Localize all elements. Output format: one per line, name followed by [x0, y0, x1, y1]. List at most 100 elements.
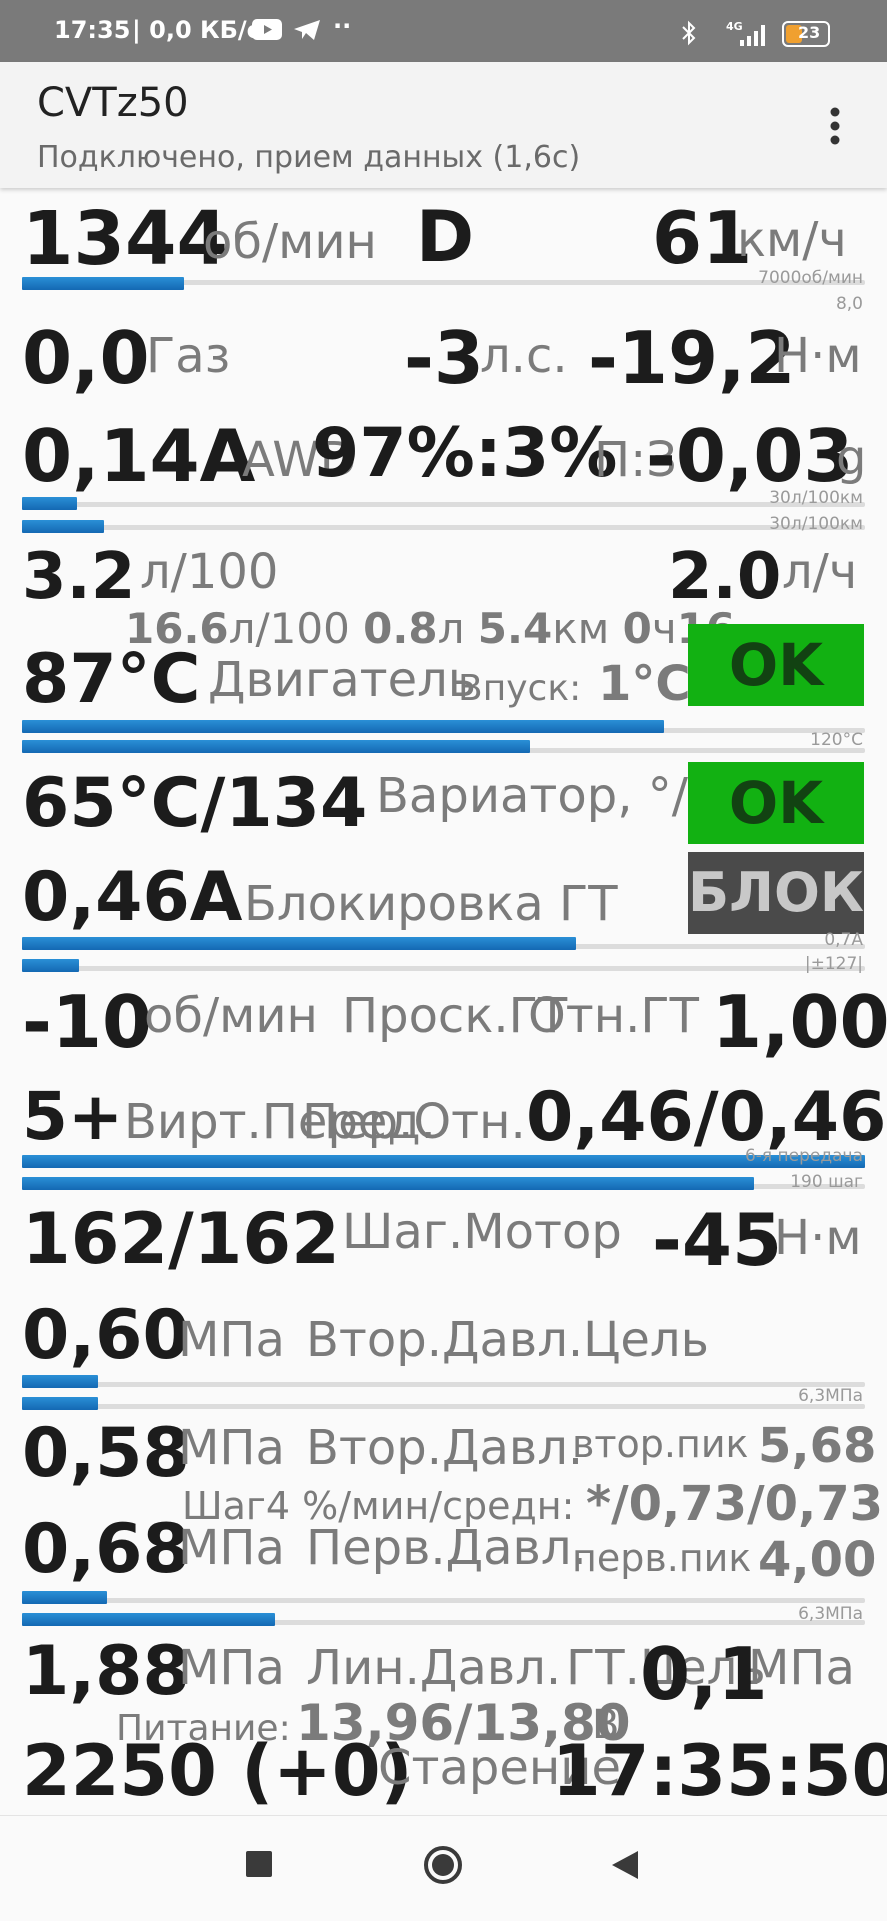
hp-value: -3: [404, 316, 484, 400]
sec-target-track-1: [22, 1382, 865, 1387]
lockup-current-value: 0,46A: [22, 858, 243, 937]
navigation-bar: [0, 1815, 887, 1921]
battery-icon: 23: [782, 21, 830, 47]
engine-torque-unit: Н·м: [774, 328, 862, 384]
engine-status-badge: OK: [688, 624, 864, 706]
tc-target-unit: МПа: [748, 1640, 855, 1696]
lockup-bar-2: [22, 959, 79, 972]
engine-temp-label: Двигатель: [208, 652, 477, 708]
line-pressure-unit: МПа: [178, 1640, 285, 1696]
lockup-scale-2: |±127|: [804, 954, 863, 974]
pri-peak-label: перв.пик: [572, 1536, 752, 1580]
awd-scale-1: 30л/100км: [769, 488, 863, 508]
home-circle-icon: [424, 1846, 462, 1884]
line-pressure-value: 1,88: [22, 1632, 190, 1711]
pri-pressure-label: Перв.Давл.: [306, 1520, 587, 1576]
step-motor-label: Шаг.Мотор: [342, 1204, 622, 1260]
g-force-value: -0,03: [646, 414, 854, 498]
awd-bar-1: [22, 497, 77, 510]
lockup-status-badge: БЛОК: [688, 852, 864, 934]
connection-status: Подключено, прием данных (1,6с): [37, 140, 581, 175]
lockup-bar-1: [22, 937, 576, 950]
awd-split-value: 97%:3%: [312, 414, 618, 493]
sec-pressure-unit: МПа: [178, 1420, 285, 1476]
gear-selector: D: [416, 196, 475, 278]
log-clock-value: 17:35:50: [552, 1730, 887, 1812]
trip-time-value: 0: [622, 604, 652, 653]
awd-bar-2: [22, 520, 104, 533]
pri-peak-value: 4,00: [758, 1532, 877, 1588]
awd-track-1: [22, 502, 865, 507]
more-dots-icon: ··: [333, 12, 352, 40]
slip-value: -10: [22, 980, 153, 1064]
trip-summary: 16.6л/100 0.8л 5.4км 0ч16: [125, 604, 735, 653]
gear-bar-1: [22, 1155, 865, 1168]
app-title: CVTz50: [37, 80, 189, 126]
engine-temp-bar-1: [22, 720, 664, 733]
network-speed: | 0,0 КБ/с: [132, 16, 261, 44]
home-button[interactable]: [422, 1844, 464, 1890]
virtual-gear-value: 5+: [22, 1078, 124, 1155]
status-bar: 17:35 | 0,0 КБ/с ·· 4G 23: [0, 0, 887, 62]
tc-ratio-value: 1,00: [712, 980, 887, 1064]
speed-unit: км/ч: [737, 212, 847, 268]
app-bar: CVTz50 Подключено, прием данных (1,6с): [0, 62, 887, 188]
lockup-track-2: [22, 966, 865, 971]
gear-scale-1: 6-я передача: [744, 1146, 863, 1166]
sec-target-scale: 6,3МПа: [798, 1386, 863, 1406]
speed-scale: 8,0: [835, 294, 863, 314]
telegram-icon: [292, 18, 322, 46]
more-vert-icon: [830, 107, 840, 145]
youtube-icon: [252, 19, 282, 40]
pri-bar-2: [22, 1613, 275, 1626]
rpm-bar: [22, 277, 184, 290]
step-motor-value: 162/162: [22, 1198, 340, 1280]
recents-button[interactable]: [246, 1851, 272, 1877]
engine-temp-bar-2: [22, 740, 530, 753]
engine-temp-scale: 120°C: [810, 730, 863, 750]
clock: 17:35: [54, 16, 131, 44]
trip-avg-unit: л/100: [228, 604, 350, 653]
rpm-scale: 7000об/мин: [758, 268, 863, 288]
trip-fuel-unit: л: [437, 604, 465, 653]
pri-pressure-unit: МПа: [178, 1520, 285, 1576]
cvt-torque-value: -45: [652, 1198, 783, 1282]
g-force-unit: g: [836, 430, 867, 486]
fuel-consumption-value: 3.2: [22, 540, 136, 614]
sec-target-bar-1: [22, 1375, 98, 1388]
sec-pressure-target-value: 0,60: [22, 1296, 190, 1375]
cvt-torque-unit: Н·м: [774, 1210, 862, 1266]
cvt-status-badge: OK: [688, 762, 864, 844]
engine-temp-value: 87°C: [22, 640, 201, 719]
sec-pressure-value: 0,58: [22, 1414, 190, 1493]
engine-torque-value: -19,2: [588, 316, 796, 400]
trip-time-unit: ч: [651, 604, 677, 653]
cvt-temp-label: Вариатор, °/у: [376, 768, 717, 824]
bluetooth-icon: [680, 20, 698, 50]
sec-pressure-target-label: Втор.Давл.Цель: [306, 1312, 709, 1368]
trip-distance-value: 5.4: [477, 604, 553, 653]
lockup-label: Блокировка ГТ: [244, 876, 618, 932]
awd-scale-2: 30л/100км: [769, 514, 863, 534]
intake-temp-label: Впуск:: [458, 668, 582, 709]
back-triangle-icon: [612, 1851, 638, 1879]
gas-value: 0,0: [22, 316, 150, 400]
intake-temp-value: 1°C: [598, 656, 691, 712]
sec-pressure-target-unit: МПа: [178, 1312, 285, 1368]
back-button[interactable]: [610, 1849, 640, 1885]
sec-peak-label: втор.пик: [572, 1422, 749, 1466]
lockup-scale-1: 0,7A: [824, 930, 863, 950]
line-pressure-label: Лин.Давл.: [306, 1640, 562, 1696]
slip-unit: об/мин: [144, 988, 318, 1044]
aging-value: 2250 (+0): [22, 1730, 413, 1812]
pri-scale: 6,3МПа: [798, 1604, 863, 1624]
signal-icon: [736, 22, 770, 52]
sec-target-track-2: [22, 1404, 865, 1409]
trip-fuel-value: 0.8: [363, 604, 438, 653]
rpm-unit: об/мин: [203, 214, 377, 270]
overflow-menu-button[interactable]: [820, 102, 850, 152]
gear-scale-2: 190 шаг: [790, 1172, 863, 1192]
step4-value: */0,73/0,73: [586, 1476, 884, 1532]
tc-ratio-label: Отн.ГТ: [528, 988, 699, 1044]
pri-track-1: [22, 1598, 865, 1603]
